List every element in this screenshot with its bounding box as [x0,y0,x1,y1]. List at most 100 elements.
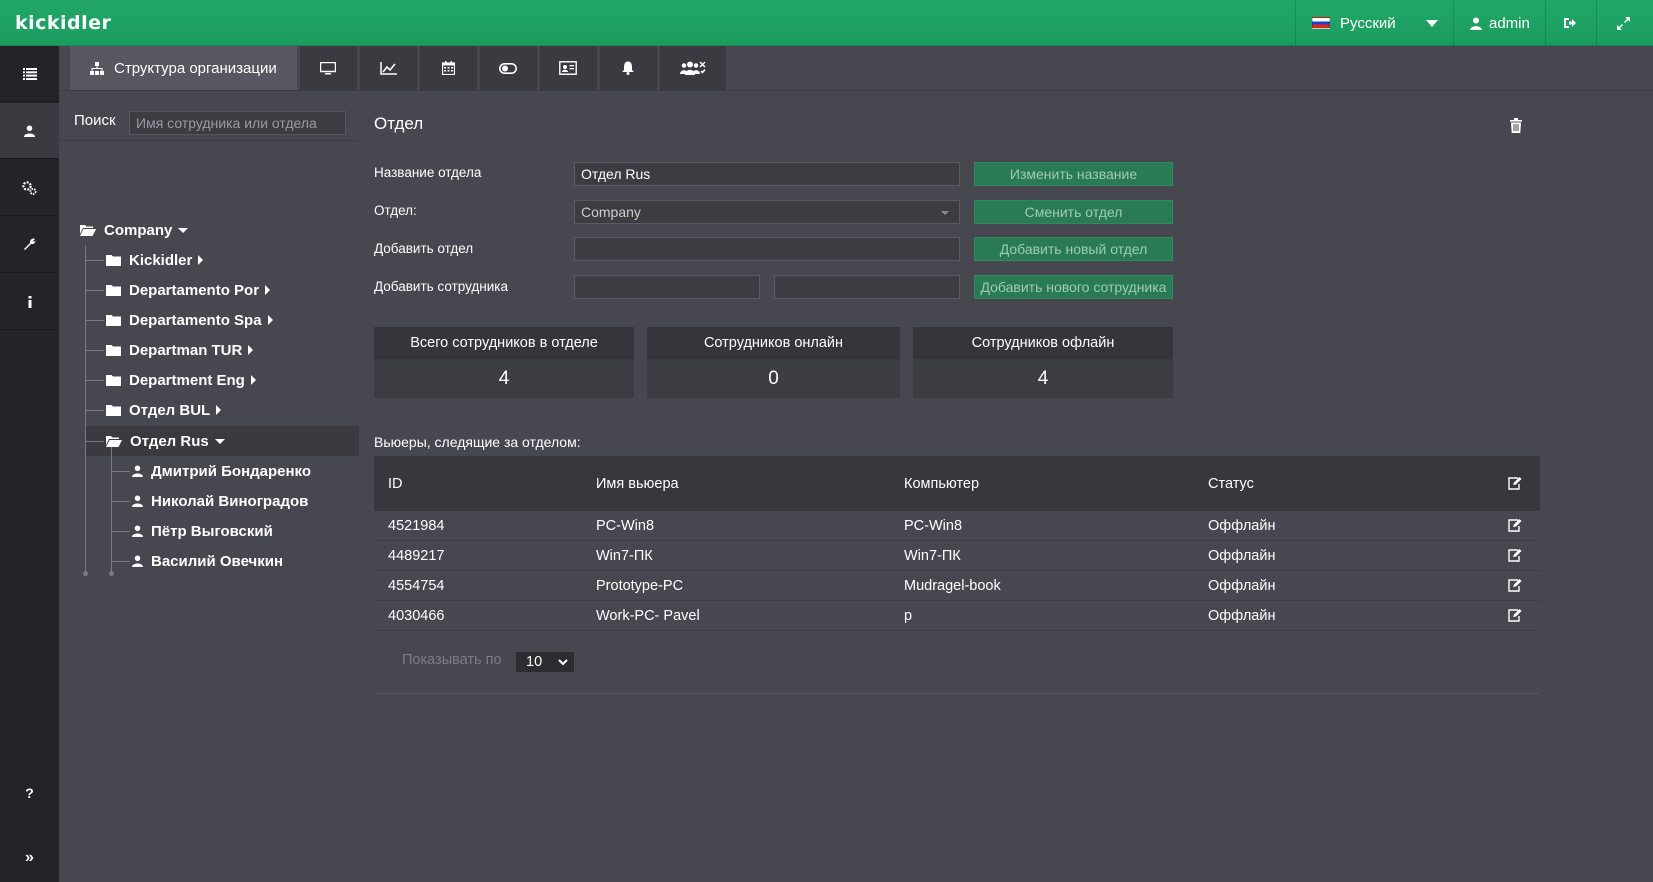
caret-down-icon [214,438,225,444]
cell-id: 4030466 [388,607,445,624]
rename-button[interactable]: Изменить название [974,162,1173,186]
tree-node-employee[interactable]: Василий Овечкин [132,546,283,576]
help-button[interactable]: ? [0,773,59,813]
tab-toggles[interactable] [479,46,537,90]
language-selector[interactable]: Русский [1312,0,1438,46]
tree-node-employee[interactable]: Николай Виноградов [132,486,308,516]
tree-node-folder[interactable]: Kickidler [106,245,204,275]
divider [59,140,359,141]
add-employee-label: Добавить сотрудника [374,279,508,294]
monitor-icon [320,61,337,74]
caret-right-icon [267,315,273,325]
tab-notifications[interactable] [599,46,657,90]
user-icon [132,525,143,537]
page-size-select[interactable]: 10 [515,651,575,673]
page-size-label: Показывать по [402,652,502,668]
tree-node-folder[interactable]: Department Eng [106,365,256,395]
department-name-input[interactable]: Отдел Rus [574,162,960,186]
cell-computer: Mudragel-book [904,577,1001,594]
department-name-label: Название отдела [374,165,482,180]
stat-value: 4 [498,367,510,389]
stat-value: 4 [1037,367,1049,389]
cell-status: Оффлайн [1208,607,1276,624]
edit-row-button[interactable] [1508,601,1522,630]
tab-licenses[interactable] [539,46,597,90]
sidebar-item-list[interactable] [0,46,59,102]
tree-node-folder[interactable]: Departamento Por [106,275,271,305]
sidebar-item-settings[interactable] [0,160,59,216]
cell-viewer-name: Work-PC- Pavel [596,607,700,624]
stat-label: Всего сотрудников в отделе [374,327,634,359]
user-icon [1470,17,1482,30]
employee-first-name-input[interactable] [574,275,760,299]
cell-computer: p [904,607,913,624]
tree-node-label: Departamento Spa [129,311,262,329]
cell-computer: PC-Win8 [904,517,963,534]
table-row[interactable]: 4489217 Win7-ПК Win7-ПК Оффлайн [374,541,1540,571]
employee-last-name-input[interactable] [774,275,960,299]
folder-icon [106,375,121,386]
column-header[interactable]: Статус [1208,456,1254,511]
edit-row-button[interactable] [1508,541,1522,570]
tree-node-folder[interactable]: Departamento Spa [106,305,273,335]
bell-icon [622,61,635,75]
table-row[interactable]: 4521984 PC-Win8 PC-Win8 Оффлайн [374,511,1540,541]
parent-department-select[interactable]: Company [574,200,960,224]
cell-viewer-name: Prototype-PC [596,577,684,594]
cell-viewer-name: PC-Win8 [596,517,655,534]
expand-sidebar-button[interactable]: » [0,842,59,874]
expand-icon [1616,16,1630,30]
tab-user-management[interactable] [659,46,726,90]
tree-node-label: Kickidler [129,251,193,269]
sidebar-item-tools[interactable] [0,217,59,273]
edit-row-button[interactable] [1508,511,1522,540]
chevron-down-icon [558,659,568,666]
column-header[interactable]: Компьютер [904,456,979,511]
tree-node-label: Departamento Por [129,281,260,299]
add-employee-button[interactable]: Добавить нового сотрудника [974,275,1173,299]
edit-row-button[interactable] [1508,571,1522,600]
column-header[interactable]: Имя вьюера [596,456,679,511]
delete-department-button[interactable] [1510,118,1522,136]
sidebar-item-info[interactable] [0,274,59,330]
user-menu[interactable]: admin [1470,0,1530,46]
user-icon [24,125,35,137]
edit-all-button[interactable] [1508,456,1522,511]
cell-status: Оффлайн [1208,577,1276,594]
tab-reports[interactable] [359,46,417,90]
tree-node-folder-selected[interactable]: Отдел Rus [106,426,225,456]
add-department-button[interactable]: Добавить новый отдел [974,237,1173,261]
search-input[interactable] [129,111,346,135]
tree-node-label: Departman TUR [129,341,243,359]
tree-node-employee[interactable]: Пётр Выговский [132,516,273,546]
column-header[interactable]: ID [388,456,403,511]
fullscreen-button[interactable] [1598,0,1648,46]
logout-button[interactable] [1545,0,1595,46]
tree-guide-line [85,245,86,573]
selected-value: Company [581,204,641,220]
tree-node-employee[interactable]: Дмитрий Бондаренко [132,456,311,486]
edit-icon [1508,609,1522,622]
logo[interactable]: kickidler [15,12,111,34]
add-department-input[interactable] [574,237,960,261]
users-settings-icon [679,60,706,75]
section-title: Отдел [374,114,424,133]
folder-icon [106,315,121,326]
caret-down-icon [178,227,189,233]
caret-right-icon [216,405,222,415]
sidebar-item-employees[interactable] [0,103,59,159]
cell-id: 4554754 [388,577,445,594]
username: admin [1489,14,1530,32]
change-department-button[interactable]: Сменить отдел [974,200,1173,224]
stat-label: Сотрудников онлайн [647,327,900,359]
divider [1295,0,1296,46]
tab-calendar[interactable] [419,46,477,90]
tab-org-structure[interactable]: Структура организации [70,46,297,90]
table-row[interactable]: 4554754 Prototype-PC Mudragel-book Оффла… [374,571,1540,601]
tree-node-folder[interactable]: Отдел BUL [106,395,222,425]
tree-node-company[interactable]: Company [80,215,189,245]
table-row[interactable]: 4030466 Work-PC- Pavel p Оффлайн [374,601,1540,631]
language-label: Русский [1340,14,1396,32]
tree-node-folder[interactable]: Departman TUR [106,335,254,365]
tab-monitoring[interactable] [299,46,357,90]
